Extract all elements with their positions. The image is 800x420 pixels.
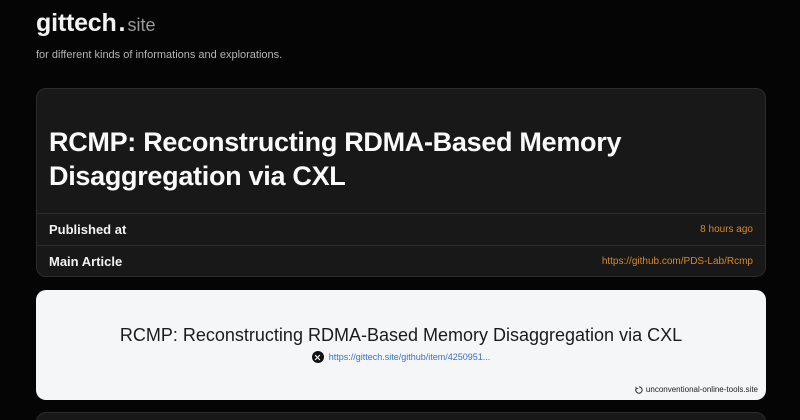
site-header: gittech. site for different kinds of info… [36, 8, 766, 68]
published-value: 8 hours ago [700, 224, 753, 235]
preview-footer-text: unconventional-online-tools.site [645, 385, 758, 394]
preview-title: RCMP: Reconstructing RDMA-Based Memory D… [119, 325, 683, 345]
preview-link-row: https://gittech.site/github/item/4250951… [36, 351, 766, 363]
article-card: RCMP: Reconstructing RDMA-Based Memory D… [36, 88, 766, 277]
preview-footer: unconventional-online-tools.site [635, 385, 758, 394]
site-logo[interactable]: gittech. site [36, 8, 766, 38]
main-article-row: Main Article https://github.com/PDS-Lab/… [37, 245, 765, 276]
next-card-partial [36, 412, 766, 420]
preview-link[interactable]: https://gittech.site/github/item/4250951… [329, 351, 491, 363]
brand-name: gittech [36, 9, 117, 37]
page: gittech. site for different kinds of info… [0, 0, 800, 420]
main-article-link[interactable]: https://github.com/PDS-Lab/Rcmp [602, 256, 753, 267]
tool-icon [635, 385, 643, 394]
published-label: Published at [49, 222, 127, 237]
published-row: Published at 8 hours ago [37, 213, 765, 245]
link-preview-card[interactable]: RCMP: Reconstructing RDMA-Based Memory D… [36, 290, 766, 400]
article-title: RCMP: Reconstructing RDMA-Based Memory D… [49, 127, 622, 192]
x-icon [311, 351, 324, 363]
site-tagline: for different kinds of informations and … [36, 49, 283, 61]
brand-suffix: site [127, 15, 156, 35]
main-article-label: Main Article [49, 254, 123, 269]
brand-dot: . [118, 9, 126, 37]
